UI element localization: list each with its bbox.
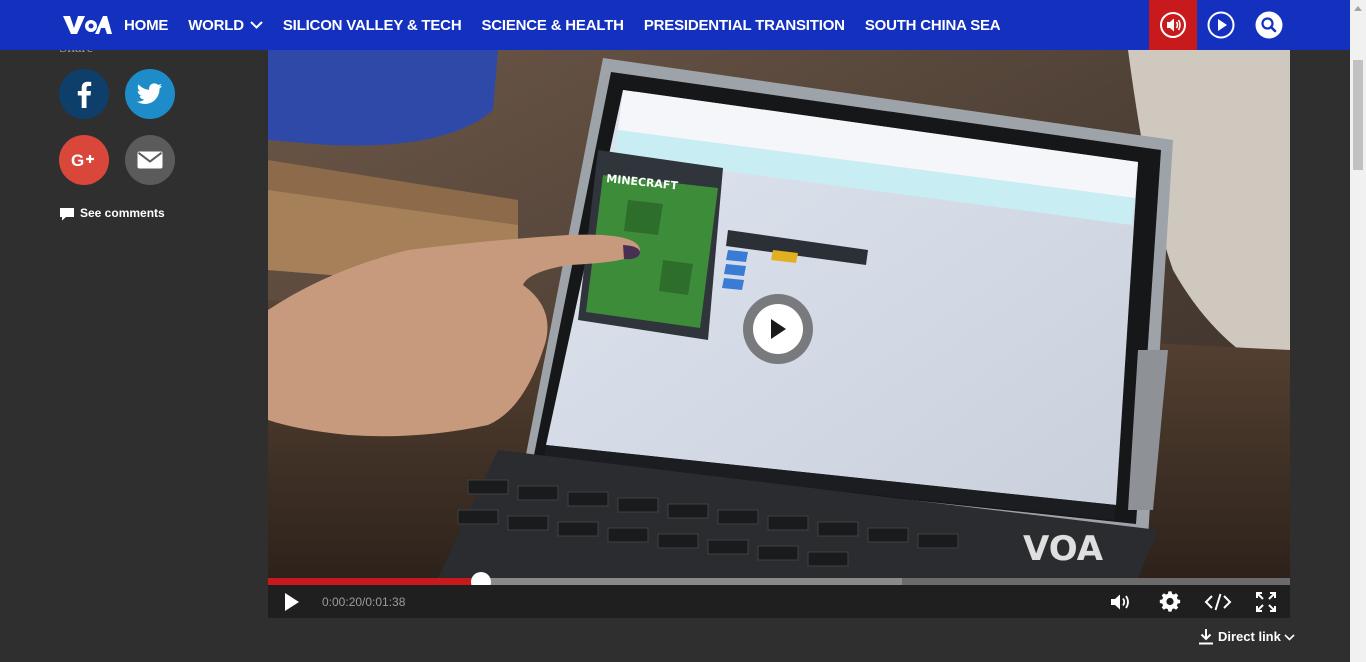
twitter-icon xyxy=(137,83,162,104)
voa-logo[interactable] xyxy=(62,12,112,38)
chevron-down-icon xyxy=(250,21,263,29)
nav-item-presidential-transition[interactable]: PRESIDENTIAL TRANSITION xyxy=(644,17,845,34)
fullscreen-icon xyxy=(1256,591,1276,612)
nav-item-label: SILICON VALLEY & TECH xyxy=(282,16,462,34)
big-play-inner xyxy=(753,304,803,354)
scrollbar-thumb[interactable] xyxy=(1353,60,1363,170)
page-scrollbar[interactable] xyxy=(1350,0,1366,662)
top-navigation: HOME WORLD SILICON VALLEY & TECH SCIENCE… xyxy=(0,0,1350,50)
video-progress-bar[interactable] xyxy=(268,572,1290,592)
direct-link-label: Direct link xyxy=(1218,629,1281,644)
scroll-up-arrow-icon[interactable] xyxy=(1354,6,1362,11)
nav-item-silicon-valley-tech[interactable]: SILICON VALLEY & TECH xyxy=(283,17,462,34)
progress-played xyxy=(268,578,481,585)
audio-icon xyxy=(1160,12,1186,38)
google-plus-icon: G xyxy=(71,151,94,169)
playback-time: 0:00:20/0:01:38 xyxy=(322,594,406,609)
play-circle-icon xyxy=(1207,11,1235,39)
fullscreen-button[interactable] xyxy=(1242,585,1290,618)
nav-item-science-health[interactable]: SCIENCE & HEALTH xyxy=(481,16,624,34)
nav-item-label: PRESIDENTIAL TRANSITION xyxy=(643,16,845,34)
twitter-share-button[interactable] xyxy=(125,69,175,119)
email-share-button[interactable] xyxy=(125,135,175,185)
nav-actions xyxy=(1149,0,1350,50)
volume-button[interactable] xyxy=(1098,585,1146,618)
nav-item-south-china-sea[interactable]: SOUTH CHINA SEA xyxy=(865,17,1001,34)
volume-icon xyxy=(1111,594,1129,609)
google-plus-share-button[interactable]: G xyxy=(59,135,109,185)
big-play-button[interactable] xyxy=(743,294,813,364)
search-button[interactable] xyxy=(1245,0,1293,50)
player-right-controls xyxy=(1098,585,1290,618)
nav-item-label: HOME xyxy=(124,16,169,34)
see-comments-link[interactable]: See comments xyxy=(59,204,165,221)
gear-icon xyxy=(1159,590,1181,612)
audio-button[interactable] xyxy=(1149,0,1197,50)
play-icon xyxy=(771,319,786,339)
chevron-down-icon xyxy=(1284,634,1295,641)
nav-item-label: SCIENCE & HEALTH xyxy=(481,16,624,34)
play-icon xyxy=(285,592,299,611)
video-controls: 0:00:20/0:01:38 xyxy=(268,585,1290,618)
svg-text:G: G xyxy=(71,151,84,169)
nav-menu: HOME WORLD SILICON VALLEY & TECH SCIENCE… xyxy=(124,17,1020,34)
nav-item-world[interactable]: WORLD xyxy=(188,17,263,34)
voa-watermark: VOA xyxy=(1023,529,1104,569)
comment-icon xyxy=(60,208,74,221)
facebook-share-button[interactable] xyxy=(59,69,109,119)
see-comments-label: See comments xyxy=(80,205,165,220)
settings-button[interactable] xyxy=(1146,585,1194,618)
nav-item-label: WORLD xyxy=(188,16,244,34)
email-icon xyxy=(137,151,163,169)
player-play-button[interactable] xyxy=(268,585,316,618)
direct-link-button[interactable]: Direct link xyxy=(1198,628,1295,645)
facebook-icon xyxy=(77,81,92,108)
voa-logo-mark xyxy=(63,16,112,34)
video-play-button[interactable] xyxy=(1197,0,1245,50)
nav-item-label: SOUTH CHINA SEA xyxy=(864,16,1001,34)
embed-button[interactable] xyxy=(1194,585,1242,618)
search-icon xyxy=(1255,11,1283,39)
code-embed-icon xyxy=(1204,593,1232,610)
nav-item-home[interactable]: HOME xyxy=(124,17,168,34)
download-icon xyxy=(1199,629,1213,645)
